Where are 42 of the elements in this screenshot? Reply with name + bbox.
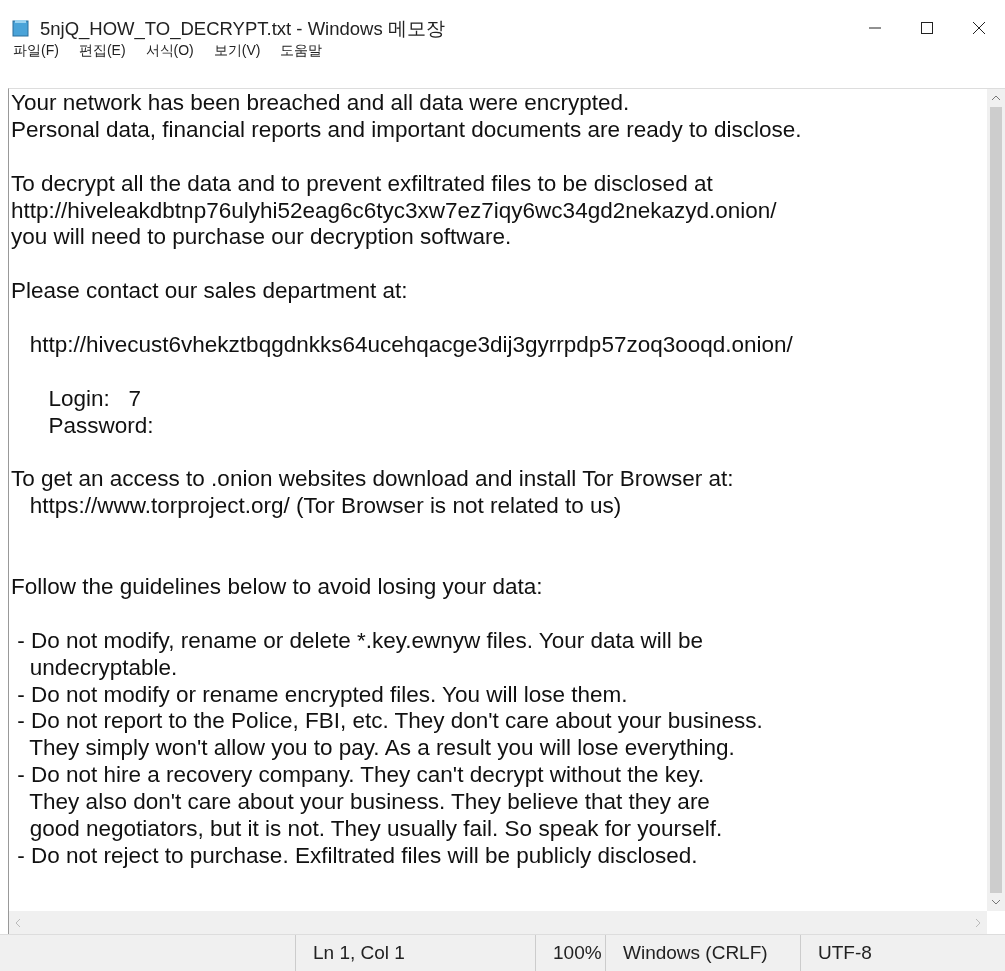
scroll-down-icon[interactable] — [992, 899, 1000, 905]
text-line: Your network has been breached and all data were encrypted. — [11, 90, 631, 117]
text-line: - Do not modify, rename or delete *.key.ewnyw files. Your data will be — [16, 627, 704, 655]
text-line: http://hivecust6vhekztbqgdnkks64ucehqacge3dij3gyrrpdp57zoq3ooqd.onion/ — [28, 332, 794, 359]
text-line: http://hiveleakdbtnp76ulyhi52eag6c6tyc3xw7ez7iqy6wc34gd2nekazyd.onion/ — [11, 197, 778, 225]
menu-item[interactable]: 도움말 — [277, 42, 326, 60]
text-line: Please contact our sales department at: — [11, 278, 409, 306]
scroll-up-icon[interactable] — [992, 95, 1000, 101]
text-line: you will need to purchase our decryption software. — [11, 224, 513, 252]
zoom-level: 100% — [553, 942, 602, 964]
text-line: - Do not modify or rename encrypted files. You will lose them. — [16, 681, 629, 709]
line-endings: Windows (CRLF) — [623, 942, 768, 964]
menu-item[interactable]: 보기(V) — [210, 42, 264, 60]
horizontal-scrollbar[interactable] — [9, 911, 987, 934]
maximize-icon — [921, 22, 933, 34]
text-line: Follow the guidelines below to avoid losing your data: — [11, 574, 544, 601]
text-line: good negotiators, but it is not. They usually fail. So speak for yourself. — [28, 816, 724, 843]
text-line: To get an access to .onion websites download and install Tor Browser at: — [11, 466, 735, 494]
text-line: - Do not hire a recovery company. They can't decrypt without the key. — [16, 762, 706, 790]
scrollbar-thumb[interactable] — [990, 107, 1002, 893]
menu-item[interactable]: 서식(O) — [142, 42, 197, 60]
text-line: To decrypt all the data and to prevent exfiltrated files to be disclosed at — [11, 170, 714, 198]
notepad-icon — [12, 19, 30, 37]
cursor-position: Ln 1, Col 1 — [313, 942, 405, 964]
text-line: Personal data, financial reports and important documents are ready to disclose. — [11, 116, 803, 144]
close-icon — [973, 22, 985, 34]
vertical-scrollbar[interactable] — [987, 89, 1005, 911]
text-line: They simply won't allow you to pay. As a result you will lose everything. — [28, 735, 736, 763]
text-line: undecryptable. — [28, 654, 179, 682]
encoding: UTF-8 — [818, 942, 872, 964]
text-line: - Do not report to the Police, FBI, etc. They don't care about your business. — [16, 708, 764, 736]
text-line: They also don't care about your business. They believe that they are — [28, 789, 711, 817]
text-line: https://www.torproject.org/ (Tor Browser is not related to us) — [28, 493, 623, 521]
menu-item[interactable]: 편집(E) — [75, 42, 129, 60]
text-line: Login: 7 — [47, 385, 143, 413]
scroll-right-icon[interactable] — [975, 918, 981, 927]
minimize-icon — [869, 27, 881, 29]
window-title: 5njQ_HOW_TO_DECRYPT.txt - Windows 메모장 — [40, 16, 446, 41]
menu-item[interactable]: 파일(F) — [10, 42, 62, 60]
text-line: Password: — [47, 412, 155, 440]
text-line: - Do not reject to purchase. Exfiltrated files will be publicly disclosed. — [16, 842, 699, 870]
scroll-left-icon[interactable] — [15, 918, 21, 927]
